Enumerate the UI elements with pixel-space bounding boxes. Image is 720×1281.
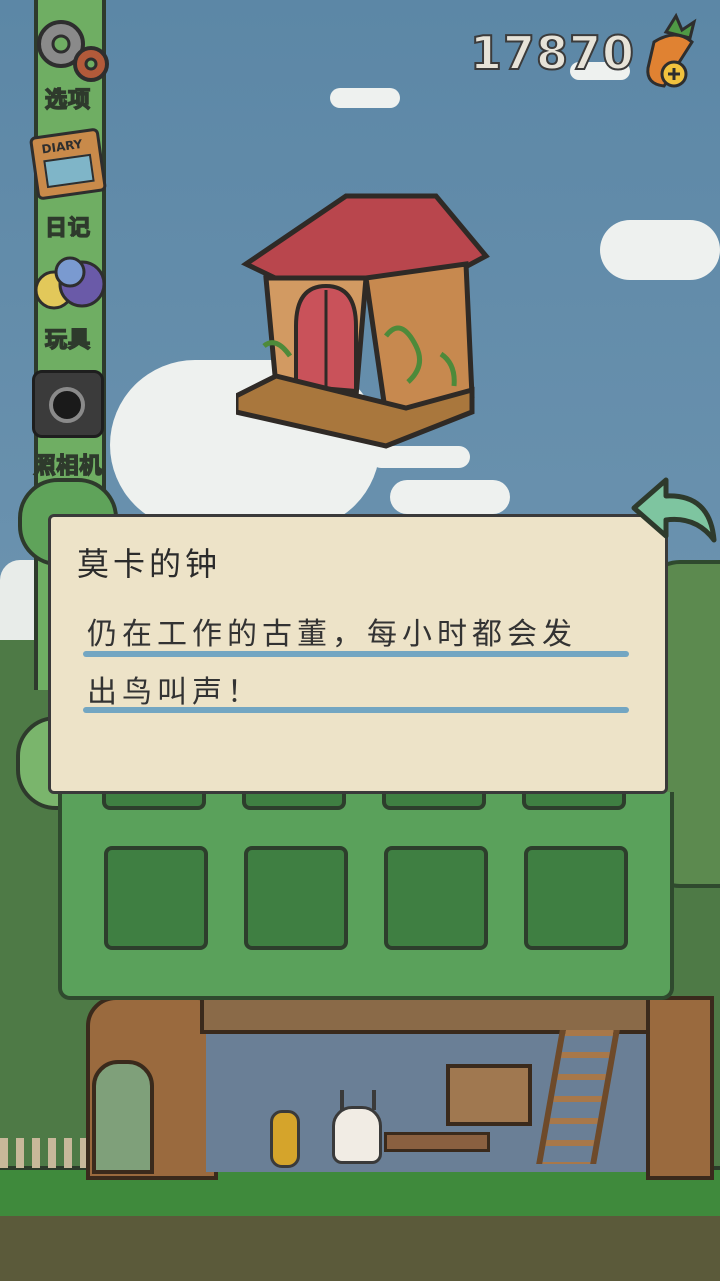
dirt-ground [0, 1216, 720, 1281]
diary-icon: DIARY [28, 127, 108, 201]
sidebar-item-camera[interactable]: 照相机 [20, 370, 116, 480]
fence [0, 1138, 86, 1168]
notice-board [446, 1064, 532, 1126]
text-underline [83, 651, 629, 657]
item-description-line: 仍在工作的古董，每小时都会发 [87, 617, 577, 652]
inventory-slot[interactable] [384, 846, 488, 950]
inventory-slot[interactable] [244, 846, 348, 950]
rabbit-ears [340, 1090, 376, 1110]
inventory-slot[interactable] [104, 846, 208, 950]
sidebar-item-label: 日记 [44, 215, 91, 242]
table [384, 1132, 490, 1152]
cloud [330, 88, 400, 108]
item-title: 莫卡的钟 [77, 545, 222, 583]
sidebar-item-label: 玩具 [44, 327, 91, 354]
inventory-slot[interactable] [242, 792, 346, 810]
inventory-slot[interactable] [524, 846, 628, 950]
diary-cover-text: DIARY [40, 136, 84, 157]
cloud [390, 480, 510, 514]
item-description-line: 出鸟叫声！ [87, 675, 262, 710]
sidebar-item-diary[interactable]: DIARY 日记 [20, 127, 116, 242]
rabbit-tsuki [332, 1106, 382, 1164]
inventory-panel [58, 792, 674, 1000]
inventory-slot[interactable] [382, 792, 486, 810]
sidebar-item-label: 照相机 [33, 453, 103, 480]
carrot-plus-icon[interactable] [636, 12, 704, 92]
room-beam [200, 996, 668, 1034]
floating-house [233, 186, 496, 456]
house-illustration [233, 193, 490, 449]
inventory-slot[interactable] [522, 792, 626, 810]
back-arrow-icon[interactable] [626, 474, 720, 554]
room-door [92, 1060, 154, 1174]
camera-icon [32, 370, 104, 438]
sidebar-item-label: 选项 [44, 87, 91, 114]
tree-trunk-right [646, 996, 714, 1180]
gear-icon [33, 14, 109, 82]
cloud [600, 220, 720, 280]
sidebar-item-options[interactable]: 选项 [20, 14, 116, 114]
carrot-count: 17870 [469, 25, 636, 81]
turtle-toy [270, 1110, 300, 1168]
text-underline [83, 707, 629, 713]
sidebar-item-toys[interactable]: 玩具 [20, 254, 116, 354]
toy-ball-icon [30, 254, 106, 312]
inventory-slot[interactable] [102, 792, 206, 810]
item-detail-dialog: 莫卡的钟 仍在工作的古董，每小时都会发 出鸟叫声！ [48, 514, 668, 794]
